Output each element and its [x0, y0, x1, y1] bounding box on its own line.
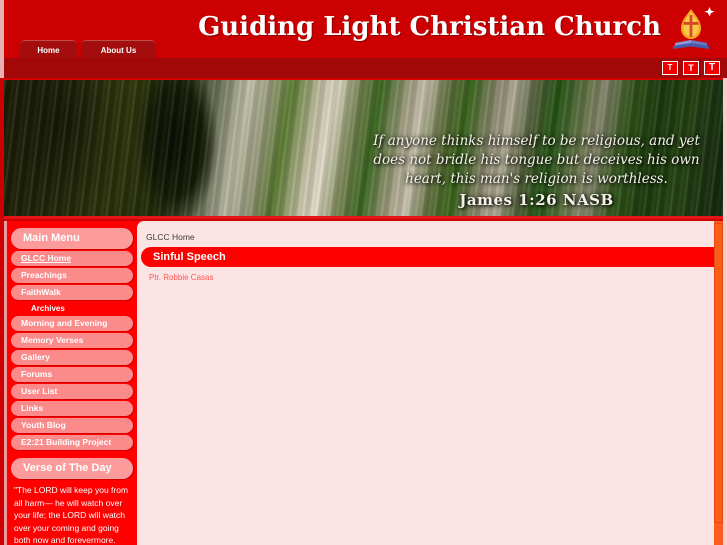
sidebar-item-links[interactable]: Links — [11, 401, 133, 416]
nav-tab-about-us-label: About Us — [100, 46, 137, 55]
sidebar-item-links-label: Links — [21, 403, 44, 413]
nav-tab-home[interactable]: Home — [20, 40, 77, 58]
sidebar-item-forums[interactable]: Forums — [11, 367, 133, 382]
nav-tab-about-us[interactable]: About Us — [81, 40, 156, 58]
sidebar-item-morning-and-evening[interactable]: Morning and Evening — [11, 316, 133, 331]
banner-verse-reference: James 1:26 NASB — [459, 191, 614, 209]
text-size-small-label: T — [667, 63, 673, 72]
sidebar-item-gallery-label: Gallery — [21, 352, 50, 362]
article-title: Sinful Speech — [141, 247, 723, 267]
hero-banner: If anyone thinks himself to be religious… — [4, 78, 723, 219]
main-menu-block: Main Menu GLCC Home Preachings FaithWalk… — [11, 228, 133, 450]
sidebar-item-e221-building-project[interactable]: E2:21 Building Project — [11, 435, 133, 450]
verse-of-the-day-header: Verse of The Day — [11, 458, 133, 479]
verse-of-the-day-text: "The LORD will keep you from all harm— h… — [14, 485, 129, 545]
sidebar-item-forums-label: Forums — [21, 369, 53, 379]
main-menu-header: Main Menu — [11, 228, 133, 249]
verse-of-the-day-block: Verse of The Day "The LORD will keep you… — [11, 458, 133, 545]
article-author-label: Ptr. Robbie Casas — [149, 273, 214, 282]
sidebar-item-e221-building-project-label: E2:21 Building Project — [21, 437, 112, 447]
breadcrumb[interactable]: GLCC Home — [137, 221, 723, 247]
sidebar-section-archives: Archives — [11, 304, 133, 314]
utility-bar: T T T — [0, 58, 727, 78]
sidebar-item-morning-and-evening-label: Morning and Evening — [21, 318, 108, 328]
article-body — [137, 282, 723, 298]
sidebar-item-youth-blog[interactable]: Youth Blog — [11, 418, 133, 433]
sidebar-item-preachings-label: Preachings — [21, 270, 67, 280]
text-size-large-label: T — [708, 62, 716, 73]
main-content: GLCC Home Sinful Speech Ptr. Robbie Casa… — [137, 221, 723, 545]
banner-verse-text: If anyone thinks himself to be religious… — [364, 132, 709, 210]
text-size-large-button[interactable]: T — [704, 61, 720, 75]
sidebar-item-user-list-label: User List — [21, 386, 58, 396]
page-root: Guiding Light Christian Church Home Abou… — [0, 0, 727, 545]
sidebar-item-preachings[interactable]: Preachings — [11, 268, 133, 283]
scrollbar-thumb[interactable] — [714, 223, 723, 523]
site-header: Guiding Light Christian Church Home Abou… — [0, 0, 727, 58]
sidebar-item-youth-blog-label: Youth Blog — [21, 420, 66, 430]
nav-tab-home-label: Home — [37, 46, 60, 55]
main-menu-header-label: Main Menu — [23, 232, 80, 244]
sidebar-item-user-list[interactable]: User List — [11, 384, 133, 399]
text-size-medium-button[interactable]: T — [683, 61, 699, 75]
text-size-medium-label: T — [688, 63, 694, 73]
sidebar-item-gallery[interactable]: Gallery — [11, 350, 133, 365]
breadcrumb-label: GLCC Home — [146, 232, 195, 242]
main-navigation[interactable]: Home About Us — [20, 40, 156, 58]
article-title-label: Sinful Speech — [153, 251, 226, 263]
sidebar-item-memory-verses-label: Memory Verses — [21, 335, 84, 345]
sidebar-item-glcc-home-label: GLCC Home — [21, 253, 72, 263]
page-title: Guiding Light Christian Church — [198, 12, 661, 42]
sidebar-item-faithwalk[interactable]: FaithWalk — [11, 285, 133, 300]
verse-of-the-day-header-label: Verse of The Day — [23, 462, 112, 474]
sidebar-item-faithwalk-label: FaithWalk — [21, 287, 61, 297]
scrollbar-track[interactable] — [714, 221, 723, 545]
text-size-controls: T T T — [662, 61, 720, 75]
page-right-edge — [723, 78, 727, 545]
sidebar: Main Menu GLCC Home Preachings FaithWalk… — [4, 221, 137, 545]
sidebar-item-glcc-home[interactable]: GLCC Home — [11, 251, 133, 266]
candle-flame-book-logo-icon — [665, 2, 721, 52]
text-size-small-button[interactable]: T — [662, 61, 678, 75]
article-author: Ptr. Robbie Casas — [137, 267, 723, 282]
page-body: Main Menu GLCC Home Preachings FaithWalk… — [4, 221, 723, 545]
sidebar-item-memory-verses[interactable]: Memory Verses — [11, 333, 133, 348]
sidebar-section-archives-label: Archives — [31, 304, 65, 313]
banner-verse-body: If anyone thinks himself to be religious… — [373, 133, 700, 187]
